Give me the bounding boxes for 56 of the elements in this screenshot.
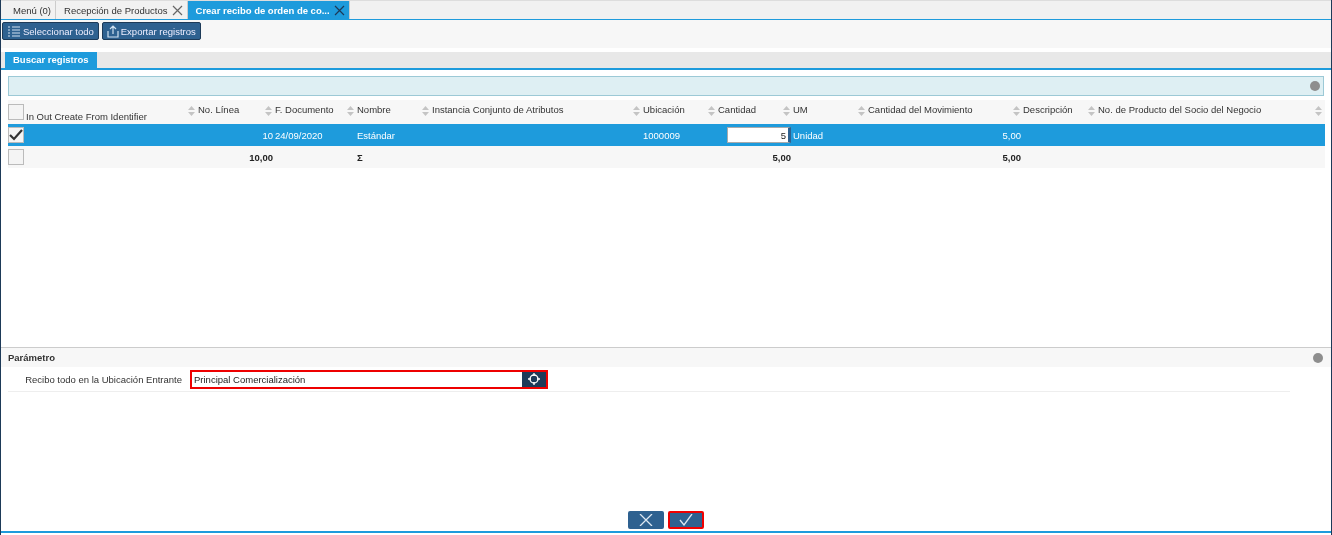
tab[interactable]: Menú (0) [5,1,56,19]
sort-icon[interactable] [633,106,640,116]
sort-icon[interactable] [858,106,865,116]
cancel-button[interactable] [628,511,664,529]
table-cell: Estándar [357,129,396,141]
ok-button[interactable] [668,511,704,529]
sort-icon[interactable] [347,106,354,116]
section-title: Parámetro [8,352,55,363]
collapse-icon[interactable] [1313,352,1323,363]
column-header[interactable]: No. de Producto del Socio del Negocio [1098,100,1325,124]
column-header[interactable]: Nombre [357,100,432,124]
sort-icon[interactable] [265,106,272,116]
column-header[interactable]: Cantidad [718,100,793,124]
column-header[interactable]: F. Documento [275,100,357,124]
tab[interactable]: Recepción de Productos [56,1,188,19]
location-field[interactable]: Principal Comercialización [190,369,548,389]
table-cell: 5,00 [1002,129,1021,141]
list-icon [7,25,21,37]
sort-icon[interactable] [422,106,429,116]
checkbox[interactable] [8,149,24,165]
check-icon [679,514,693,526]
close-icon[interactable] [333,4,345,16]
field-label: Recibo todo en la Ubicación Entrante [24,373,182,385]
table-cell: Unidad [793,129,824,141]
upload-icon [106,24,119,38]
sort-icon[interactable] [783,106,790,116]
checkbox[interactable] [8,104,24,120]
column-header[interactable]: In Out Create From Identifier [8,100,198,124]
column-header[interactable]: Cantidad del Movimiento [868,100,1023,124]
total-cell: 5,00 [772,151,791,163]
search-bar[interactable] [8,76,1324,96]
table-cell: 1000009 [643,129,680,141]
checkbox[interactable] [8,127,24,143]
column-header[interactable]: UM [793,100,868,124]
close-icon[interactable] [171,4,183,16]
table-cell: 10 [262,129,273,141]
table-row[interactable]: 10 24/09/2020 Estándar 1000009 5 Unidad 5,00 [8,124,1325,146]
sort-icon[interactable] [1088,106,1095,116]
column-header[interactable]: Descripción [1023,100,1098,124]
locator-icon[interactable] [522,371,546,387]
column-header[interactable]: Instancia Conjunto de Atributos [432,100,643,124]
total-cell: 10,00 [249,151,273,163]
collapse-icon[interactable] [1310,81,1320,91]
select-all-button[interactable]: Seleccionar todo [2,22,99,40]
total-cell: Σ [357,151,363,163]
sort-icon[interactable] [1315,106,1322,116]
column-header[interactable]: Ubicación [643,100,718,124]
sort-icon[interactable] [1013,106,1020,116]
column-header[interactable]: No. Línea [198,100,275,124]
sort-icon[interactable] [708,106,715,116]
total-cell: 5,00 [1002,151,1021,163]
table-cell: 24/09/2020 [275,129,323,141]
sort-icon[interactable] [188,106,195,116]
quantity-field[interactable]: 5 [727,127,791,143]
close-icon [639,514,653,526]
export-button[interactable]: Exportar registros [101,22,201,40]
